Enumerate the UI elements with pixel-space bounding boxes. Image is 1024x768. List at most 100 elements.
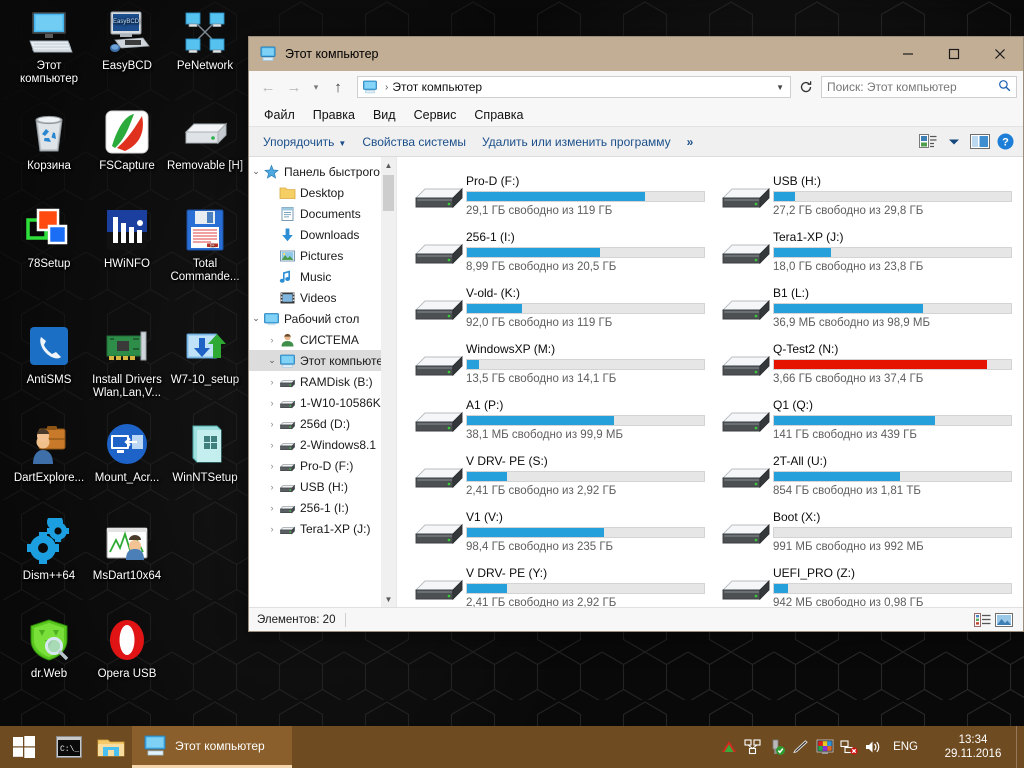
desktop-icon-drweb-icon[interactable]: dr.Web bbox=[10, 616, 88, 681]
desktop-icon-hwinfo-icon[interactable]: HWiNFO bbox=[88, 206, 166, 271]
drive-item[interactable]: Q-Test2 (N:) 3,66 ГБ свободно из 37,4 ГБ bbox=[718, 335, 1015, 391]
preview-pane-icon[interactable] bbox=[967, 131, 993, 153]
chevron-right-icon[interactable]: › bbox=[265, 377, 279, 387]
language-indicator[interactable]: ENG bbox=[885, 741, 926, 753]
desktop-icon-dartexplorer-icon[interactable]: DartExplore... bbox=[10, 420, 88, 485]
minimize-button[interactable] bbox=[885, 37, 931, 71]
organize-button[interactable]: Упорядочить ▼ bbox=[255, 132, 354, 152]
drive-item[interactable]: 256-1 (I:) 8,99 ГБ свободно из 20,5 ГБ bbox=[411, 223, 708, 279]
show-desktop-button[interactable] bbox=[1016, 726, 1024, 768]
scroll-up-icon[interactable]: ▲ bbox=[381, 157, 396, 173]
sidebar-item-videos[interactable]: Videos bbox=[249, 287, 396, 308]
sidebar-item-[interactable]: ⌄ Рабочий стол bbox=[249, 308, 396, 329]
chevron-right-icon[interactable]: › bbox=[265, 524, 279, 534]
drive-item[interactable]: USB (H:) 27,2 ГБ свободно из 29,8 ГБ bbox=[718, 167, 1015, 223]
sidebar-item-2-windows8-1[interactable]: › 2-Windows8.1 bbox=[249, 434, 396, 455]
command-prompt-icon[interactable]: C:\_ bbox=[48, 726, 90, 768]
desktop-icon-mount-acronis-icon[interactable]: Mount_Acr... bbox=[88, 420, 166, 485]
close-button[interactable] bbox=[977, 37, 1023, 71]
start-button[interactable] bbox=[0, 726, 48, 768]
network-tray-icon[interactable] bbox=[741, 726, 765, 768]
chevron-down-icon[interactable]: ⌄ bbox=[249, 313, 263, 324]
sidebar-item-downloads[interactable]: Downloads bbox=[249, 224, 396, 245]
sidebar-item-256d-d[interactable]: › 256d (D:) bbox=[249, 413, 396, 434]
system-properties-button[interactable]: Свойства системы bbox=[354, 132, 474, 152]
desktop-icon-78setup-icon[interactable]: 78Setup bbox=[10, 206, 88, 271]
drive-item[interactable]: V1 (V:) 98,4 ГБ свободно из 235 ГБ bbox=[411, 503, 708, 559]
drive-item[interactable]: Q1 (Q:) 141 ГБ свободно из 439 ГБ bbox=[718, 391, 1015, 447]
sidebar-item-1-w10-10586k[interactable]: › 1-W10-10586K bbox=[249, 392, 396, 413]
drive-item[interactable]: 2T-All (U:) 854 ГБ свободно из 1,81 ТБ bbox=[718, 447, 1015, 503]
network-disconnected-icon[interactable] bbox=[837, 726, 861, 768]
refresh-icon[interactable] bbox=[795, 76, 817, 98]
usb-safe-removal-icon[interactable] bbox=[765, 726, 789, 768]
uninstall-change-program-button[interactable]: Удалить или изменить программу bbox=[474, 132, 679, 152]
drive-item[interactable]: V-old- (K:) 92,0 ГБ свободно из 119 ГБ bbox=[411, 279, 708, 335]
desktop-icon-total-commander-icon[interactable]: 64- Total Commande... bbox=[166, 206, 244, 284]
desktop-icon-opera-icon[interactable]: Opera USB bbox=[88, 616, 166, 681]
sidebar-item-documents[interactable]: Documents bbox=[249, 203, 396, 224]
address-dropdown-chevron-icon[interactable]: ▼ bbox=[776, 83, 784, 92]
chevron-right-icon[interactable]: › bbox=[265, 503, 279, 513]
up-icon[interactable]: ↑ bbox=[325, 75, 351, 99]
chevron-down-icon[interactable]: ⌄ bbox=[249, 166, 263, 177]
sidebar-item-[interactable]: › СИСТЕМА bbox=[249, 329, 396, 350]
sidebar-item-tera1-xp-j[interactable]: › Tera1-XP (J:) bbox=[249, 518, 396, 539]
sidebar-item-desktop[interactable]: Desktop bbox=[249, 182, 396, 203]
drive-item[interactable]: Tera1-XP (J:) 18,0 ГБ свободно из 23,8 ГБ bbox=[718, 223, 1015, 279]
desktop-icon-this-pc-icon[interactable]: Этот компьютер bbox=[10, 8, 88, 86]
desktop-icon-easybcd-icon[interactable]: EasyBCD EasyBCD bbox=[88, 8, 166, 73]
file-explorer-icon[interactable] bbox=[90, 726, 132, 768]
chevron-right-icon[interactable]: › bbox=[265, 482, 279, 492]
sidebar-item-usb-h[interactable]: › USB (H:) bbox=[249, 476, 396, 497]
desktop-icon-removable-drive-icon[interactable]: Removable [H] bbox=[166, 108, 244, 173]
help-icon[interactable]: ? bbox=[993, 131, 1017, 153]
desktop-icon-winntsetup-icon[interactable]: WinNTSetup bbox=[166, 420, 244, 485]
desktop-icon-msdart-icon[interactable]: MsDart10x64 bbox=[88, 518, 166, 583]
sidebar-item-[interactable]: ⌄ Этот компьютер bbox=[249, 350, 396, 371]
details-view-icon[interactable] bbox=[971, 611, 993, 629]
chevron-right-icon[interactable]: › bbox=[265, 335, 279, 345]
change-view-icon[interactable] bbox=[915, 131, 941, 153]
chevron-right-icon[interactable]: › bbox=[265, 419, 279, 429]
drive-item[interactable]: B1 (L:) 36,9 МБ свободно из 98,9 МБ bbox=[718, 279, 1015, 335]
sidebar-item-ramdisk-b[interactable]: › RAMDisk (B:) bbox=[249, 371, 396, 392]
view-dropdown-chevron-icon[interactable] bbox=[941, 131, 967, 153]
overflow-button[interactable]: » bbox=[679, 132, 702, 152]
desktop-icon-penetwork-icon[interactable]: PeNetwork bbox=[166, 8, 244, 73]
drive-item[interactable]: Boot (X:) 991 МБ свободно из 992 МБ bbox=[718, 503, 1015, 559]
menu-item-4[interactable]: Справка bbox=[465, 106, 532, 124]
drive-item[interactable]: V DRV- PE (S:) 2,41 ГБ свободно из 2,92 Г… bbox=[411, 447, 708, 503]
menu-item-3[interactable]: Сервис bbox=[405, 106, 466, 124]
thumbnail-view-icon[interactable] bbox=[993, 611, 1015, 629]
scroll-down-icon[interactable]: ▼ bbox=[381, 591, 396, 607]
menu-item-1[interactable]: Правка bbox=[304, 106, 364, 124]
navpane-scrollbar[interactable]: ▲ ▼ bbox=[381, 157, 396, 607]
chevron-right-icon[interactable]: › bbox=[265, 398, 279, 408]
scrollbar-thumb[interactable] bbox=[383, 175, 394, 211]
volume-icon[interactable] bbox=[861, 726, 885, 768]
drive-item[interactable]: UEFI_PRO (Z:) 942 МБ свободно из 0,98 ГБ bbox=[718, 559, 1015, 607]
taskbar-task-this-pc[interactable]: Этот компьютер bbox=[132, 726, 292, 768]
desktop-icon-antisms-icon[interactable]: AntiSMS bbox=[10, 322, 88, 387]
desktop-icon-install-drivers-icon[interactable]: Install Drivers Wlan,Lan,V... bbox=[88, 322, 166, 400]
chevron-right-icon[interactable]: › bbox=[265, 461, 279, 471]
address-bar[interactable]: › Этот компьютер ▼ bbox=[357, 76, 791, 98]
color-profile-icon[interactable] bbox=[813, 726, 837, 768]
antisms-tray-icon[interactable] bbox=[717, 726, 741, 768]
sidebar-item-music[interactable]: Music bbox=[249, 266, 396, 287]
desktop-icon-fscapture-icon[interactable]: FSCapture bbox=[88, 108, 166, 173]
maximize-button[interactable] bbox=[931, 37, 977, 71]
sidebar-item-pictures[interactable]: Pictures bbox=[249, 245, 396, 266]
sidebar-item-pro-d-f[interactable]: › Pro-D (F:) bbox=[249, 455, 396, 476]
forward-icon[interactable]: → bbox=[281, 75, 307, 99]
pen-tray-icon[interactable] bbox=[789, 726, 813, 768]
drive-item[interactable]: Pro-D (F:) 29,1 ГБ свободно из 119 ГБ bbox=[411, 167, 708, 223]
menu-item-0[interactable]: Файл bbox=[255, 106, 304, 124]
clock[interactable]: 13:34 29.11.2016 bbox=[930, 726, 1016, 768]
drive-item[interactable]: V DRV- PE (Y:) 2,41 ГБ свободно из 2,92 Г… bbox=[411, 559, 708, 607]
chevron-down-icon[interactable]: ⌄ bbox=[265, 355, 279, 366]
drive-item[interactable]: A1 (P:) 38,1 МБ свободно из 99,9 МБ bbox=[411, 391, 708, 447]
recent-locations-chevron-icon[interactable]: ▾ bbox=[307, 75, 325, 99]
sidebar-item-[interactable]: ⌄ Панель быстрого bbox=[249, 161, 396, 182]
